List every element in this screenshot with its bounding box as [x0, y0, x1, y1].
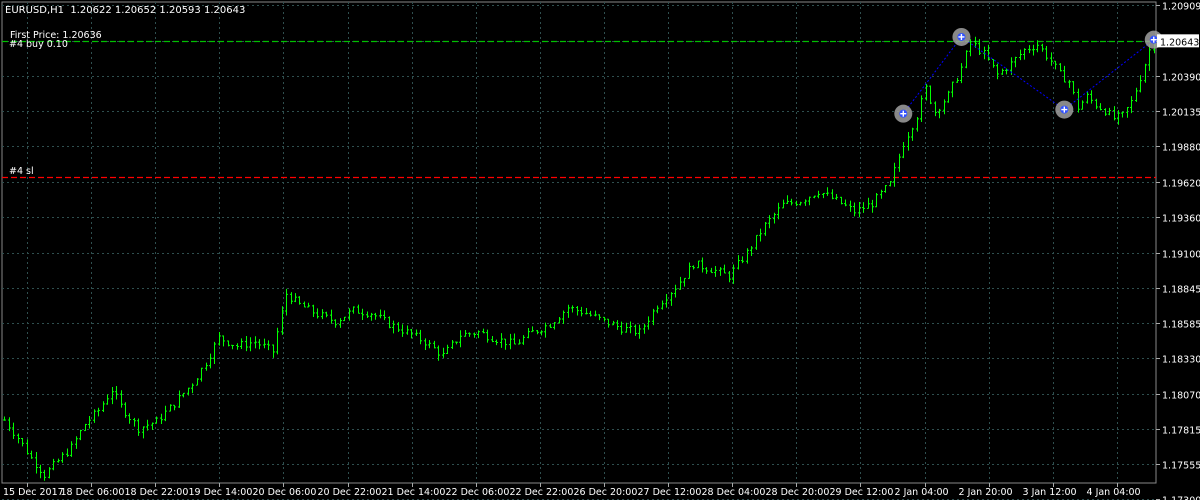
x-tick-label: 20 Dec 06:00 — [253, 487, 317, 498]
x-tick-label: 4 Jan 04:00 — [1087, 487, 1141, 498]
plot-frame — [1, 1, 1157, 484]
y-tick-label: 1.18330 — [1162, 355, 1200, 366]
price-chart[interactable]: 1.20909 1.20390 1.20135 1.19880 1.19620 1.193… — [0, 0, 1200, 500]
current-price-label: 1.20643 — [1160, 37, 1199, 48]
y-tick-label: 1.17815 — [1162, 426, 1200, 437]
buy-order-label: #4 buy 0.10 — [9, 39, 68, 50]
stop-loss-label: #4 sl — [9, 166, 34, 177]
x-tick-label: 22 Dec 22:00 — [510, 487, 574, 498]
symbol-info: EURUSD,H1 1.20622 1.20652 1.20593 1.2064… — [5, 5, 246, 16]
x-tick-label: 2 Jan 20:00 — [959, 487, 1013, 498]
y-tick-label: 1.17300 — [1162, 496, 1200, 500]
trade-connector — [961, 36, 1065, 110]
y-tick-label: 1.19620 — [1162, 179, 1200, 190]
trade-markers — [894, 27, 1163, 123]
y-tick-label: 1.20909 — [1162, 2, 1200, 13]
y-tick-label: 1.18845 — [1162, 285, 1200, 296]
y-tick-label: 1.18070 — [1162, 391, 1200, 402]
y-tick-label: 1.19100 — [1162, 250, 1200, 261]
y-tick-label: 1.19360 — [1162, 214, 1200, 225]
x-tick-label: 29 Dec 12:00 — [830, 487, 894, 498]
x-tick-label: 26 Dec 20:00 — [574, 487, 638, 498]
y-tick-label: 1.20135 — [1162, 108, 1200, 119]
x-tick-label: 18 Dec 06:00 — [61, 487, 125, 498]
x-tick-label: 18 Dec 22:00 — [125, 487, 189, 498]
price-axis: 1.20909 1.20390 1.20135 1.19880 1.19620 1.193… — [1156, 2, 1200, 500]
trade-connector — [902, 36, 962, 114]
x-tick-label: 28 Dec 20:00 — [766, 487, 830, 498]
x-tick-label: 21 Dec 14:00 — [382, 487, 446, 498]
y-tick-label: 1.19880 — [1162, 143, 1200, 154]
candle-series — [3, 36, 1156, 481]
x-tick-label: 20 Dec 22:00 — [318, 487, 382, 498]
x-tick-label: 15 Dec 2017 — [3, 487, 64, 498]
chart-grid — [1, 1, 1157, 500]
y-tick-label: 1.20390 — [1162, 73, 1200, 84]
y-tick-label: 1.18585 — [1162, 320, 1200, 331]
x-tick-label: 28 Dec 04:00 — [702, 487, 766, 498]
y-tick-label: 1.17555 — [1162, 461, 1200, 472]
x-tick-label: 19 Dec 14:00 — [189, 487, 253, 498]
time-axis: 15 Dec 201718 Dec 06:00 18 Dec 22:00 19 De… — [3, 483, 1141, 498]
x-tick-label: 27 Dec 12:00 — [638, 487, 702, 498]
x-tick-label: 2 Jan 04:00 — [895, 487, 949, 498]
x-tick-label: 3 Jan 12:00 — [1023, 487, 1077, 498]
x-tick-label: 22 Dec 06:00 — [446, 487, 510, 498]
trade-connector — [1063, 39, 1155, 110]
order-levels — [2, 40, 1156, 179]
